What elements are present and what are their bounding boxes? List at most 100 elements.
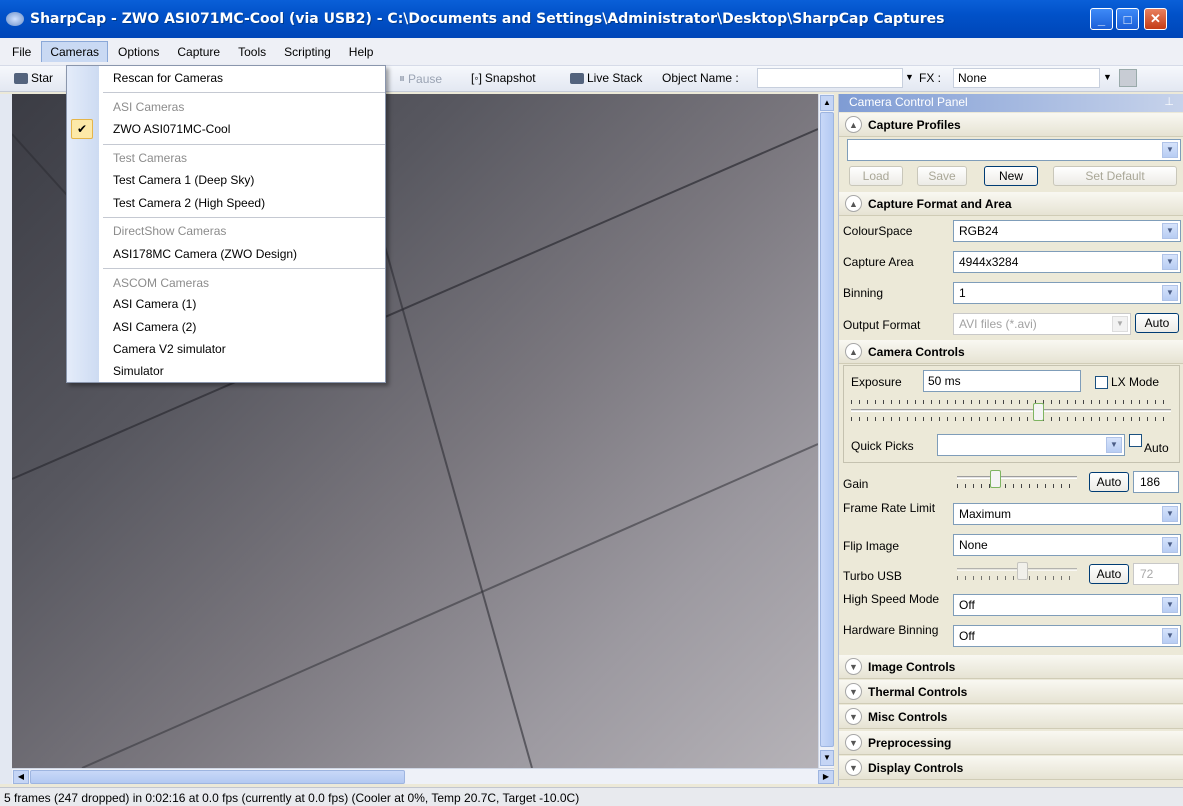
exposure-input[interactable]: 50 ms [923,370,1081,392]
set-default-profile-button[interactable]: Set Default [1053,166,1177,186]
chevron-down-icon[interactable]: ▼ [1162,223,1178,239]
horizontal-scroll-thumb[interactable] [30,770,405,784]
chevron-down-icon[interactable]: ▼ [1106,437,1122,453]
menu-gutter [67,66,99,382]
minimize-button[interactable]: _ [1090,8,1113,30]
exposure-slider[interactable] [851,400,1171,423]
scroll-left-icon[interactable]: ◀ [13,770,29,784]
pin-icon[interactable]: ⊥ [1164,95,1174,108]
capture-profile-select[interactable]: ▼ [847,139,1181,161]
chevron-up-icon[interactable]: ▲ [845,343,862,360]
turbo-usb-slider-knob[interactable] [1017,562,1028,580]
turbo-usb-auto-button[interactable]: Auto [1089,564,1129,584]
frame-rate-select[interactable]: Maximum ▼ [953,503,1181,525]
vertical-scroll-thumb[interactable] [820,112,834,747]
tile-line [81,443,818,768]
chevron-down-icon[interactable]: ▼ [1162,537,1178,553]
colourspace-select[interactable]: RGB24 ▼ [953,220,1181,242]
thermal-controls-section[interactable]: ▼ Thermal Controls [839,680,1183,704]
menu-file[interactable]: File [4,42,39,62]
object-name-dropdown-icon[interactable]: ▼ [905,72,914,82]
camera-item-zwo-asi071mc[interactable]: ZWO ASI071MC-Cool [113,122,230,136]
chevron-up-icon[interactable]: ▲ [845,116,862,133]
binning-select[interactable]: 1 ▼ [953,282,1181,304]
menu-help[interactable]: Help [341,42,382,62]
lx-mode-checkbox[interactable] [1095,376,1108,389]
start-capture-button[interactable]: Star [14,71,53,85]
frame-rate-label: Frame Rate Limit [843,501,936,515]
slider-ticks [851,417,1171,421]
fx-select[interactable]: None [953,68,1100,88]
output-format-auto-button[interactable]: Auto [1135,313,1179,333]
camera-item-test-2[interactable]: Test Camera 2 (High Speed) [113,196,265,210]
vertical-scrollbar[interactable]: ▲ ▼ [818,94,834,768]
camera-item-v2-simulator[interactable]: Camera V2 simulator [113,342,226,356]
menu-scripting[interactable]: Scripting [276,42,339,62]
quick-picks-select[interactable]: ▼ [937,434,1125,456]
chevron-down-icon[interactable]: ▼ [1162,506,1178,522]
exposure-slider-knob[interactable] [1033,403,1044,421]
flip-image-select[interactable]: None ▼ [953,534,1181,556]
camera-item-asi178mc[interactable]: ASI178MC Camera (ZWO Design) [113,247,297,261]
chevron-down-icon[interactable]: ▼ [1162,254,1178,270]
load-profile-button[interactable]: Load [849,166,903,186]
save-profile-button[interactable]: Save [917,166,967,186]
chevron-down-icon[interactable]: ▼ [845,658,862,675]
gain-slider[interactable] [957,470,1077,490]
image-controls-header: Image Controls [868,659,956,674]
chevron-down-icon[interactable]: ▼ [845,759,862,776]
chevron-down-icon[interactable]: ▼ [845,683,862,700]
gain-auto-button[interactable]: Auto [1089,472,1129,492]
capture-format-section[interactable]: ▲ Capture Format and Area [839,192,1183,216]
menu-capture[interactable]: Capture [169,42,228,62]
object-name-input[interactable] [757,68,903,88]
turbo-usb-value-input[interactable]: 72 [1133,563,1179,585]
gain-value-input[interactable]: 186 [1133,471,1179,493]
display-controls-section[interactable]: ▼ Display Controls [839,756,1183,780]
chevron-down-icon[interactable]: ▼ [1162,628,1178,644]
misc-controls-section[interactable]: ▼ Misc Controls [839,705,1183,729]
fx-settings-button[interactable] [1119,69,1137,87]
maximize-button[interactable]: □ [1116,8,1139,30]
menu-options[interactable]: Options [110,42,167,62]
fx-dropdown-icon[interactable]: ▼ [1103,72,1112,82]
hardware-binning-label: Hardware Binning [843,623,939,637]
camera-item-ascom-1[interactable]: ASI Camera (1) [113,297,196,311]
chevron-down-icon[interactable]: ▼ [1162,285,1178,301]
camera-item-ascom-2[interactable]: ASI Camera (2) [113,320,196,334]
chevron-down-icon[interactable]: ▼ [845,708,862,725]
quick-picks-auto-checkbox[interactable] [1129,434,1142,447]
turbo-usb-slider[interactable] [957,562,1077,582]
scroll-right-icon[interactable]: ▶ [818,770,834,784]
chevron-down-icon[interactable]: ▼ [845,734,862,751]
capture-area-select[interactable]: 4944x3284 ▼ [953,251,1181,273]
hardware-binning-select[interactable]: Off ▼ [953,625,1181,647]
menu-separator [103,144,385,145]
image-controls-section[interactable]: ▼ Image Controls [839,655,1183,679]
menu-cameras[interactable]: Cameras [41,41,109,62]
new-profile-button[interactable]: New [984,166,1038,186]
gain-slider-knob[interactable] [990,470,1001,488]
camera-item-simulator[interactable]: Simulator [113,364,164,378]
pause-button[interactable]: ⏸ Pause [399,71,442,86]
rescan-cameras-item[interactable]: Rescan for Cameras [113,71,223,85]
preprocessing-section[interactable]: ▼ Preprocessing [839,731,1183,755]
snapshot-icon: [◦] [471,71,482,85]
menu-tools[interactable]: Tools [230,42,274,62]
scroll-up-icon[interactable]: ▲ [820,95,834,111]
chevron-down-icon[interactable]: ▼ [1162,597,1178,613]
camera-item-test-1[interactable]: Test Camera 1 (Deep Sky) [113,173,254,187]
live-stack-button[interactable]: Live Stack [570,71,642,85]
snapshot-button[interactable]: [◦] Snapshot [471,71,536,85]
horizontal-scrollbar[interactable]: ◀ ▶ [12,768,834,784]
chevron-down-icon[interactable]: ▼ [1112,316,1128,332]
exposure-label: Exposure [851,375,902,389]
close-button[interactable]: ✕ [1144,8,1167,30]
chevron-up-icon[interactable]: ▲ [845,195,862,212]
high-speed-mode-select[interactable]: Off ▼ [953,594,1181,616]
scroll-down-icon[interactable]: ▼ [820,750,834,766]
chevron-down-icon[interactable]: ▼ [1162,142,1178,158]
capture-profiles-section[interactable]: ▲ Capture Profiles [839,113,1183,137]
camera-controls-section[interactable]: ▲ Camera Controls [839,340,1183,364]
output-format-select[interactable]: AVI files (*.avi) ▼ [953,313,1131,335]
